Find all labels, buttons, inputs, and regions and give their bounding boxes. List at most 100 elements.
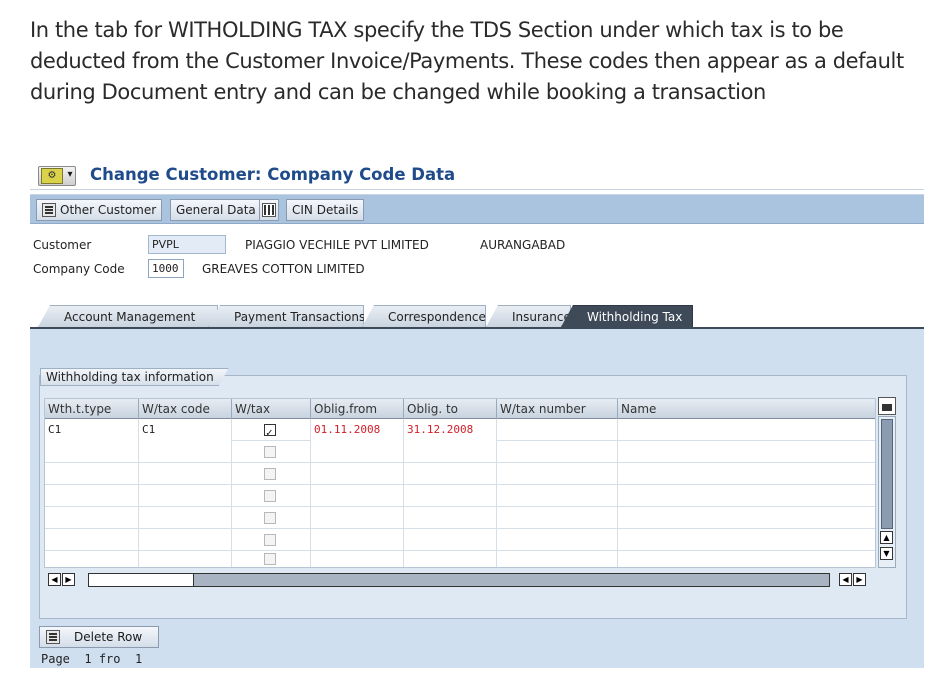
cell-wtax-number[interactable] <box>497 463 618 485</box>
wtax-checkbox[interactable] <box>264 446 276 458</box>
cell-oblig-from[interactable]: 01.11.2008 <box>311 419 404 441</box>
cell-wtax-code[interactable] <box>139 551 232 567</box>
scroll-left-end-icon[interactable]: ◀ <box>839 573 852 586</box>
cell-oblig-to[interactable] <box>404 441 497 463</box>
table-row <box>45 463 875 485</box>
company-name: GREAVES COTTON LIMITED <box>202 262 365 276</box>
cell-name[interactable] <box>618 529 875 551</box>
cell-wtax <box>232 485 311 507</box>
cell-wth-type[interactable] <box>45 551 139 567</box>
cell-wtax-number[interactable] <box>497 507 618 529</box>
cell-wth-type[interactable] <box>45 463 139 485</box>
cell-wtax <box>232 419 311 444</box>
wtax-checkbox[interactable] <box>264 553 276 565</box>
horizontal-scroll-thumb[interactable] <box>88 573 194 587</box>
tab-insurance[interactable]: Insurance <box>486 305 571 327</box>
cell-wtax-number[interactable] <box>497 419 618 441</box>
horizontal-scrollbar[interactable]: ◀ ▶ ◀ ▶ <box>44 572 876 588</box>
cell-wtax-code[interactable] <box>139 441 232 463</box>
page-indicator: Page 1 fro 1 <box>41 652 142 666</box>
company-code-field[interactable]: 1000 <box>148 259 184 278</box>
cell-wtax-number[interactable] <box>497 485 618 507</box>
cell-oblig-to[interactable] <box>404 507 497 529</box>
tab-payment-transactions[interactable]: Payment Transactions <box>208 305 364 327</box>
vertical-scrollbar[interactable]: ▲ ▼ <box>878 416 896 568</box>
group-title: Withholding tax information <box>40 368 229 386</box>
cell-name[interactable] <box>618 485 875 507</box>
cell-oblig-to[interactable] <box>404 463 497 485</box>
cell-wtax-code[interactable] <box>139 463 232 485</box>
cell-name[interactable] <box>618 507 875 529</box>
grid-icon-button[interactable] <box>259 199 279 221</box>
cell-name[interactable] <box>618 419 875 441</box>
cell-oblig-from[interactable] <box>311 551 404 567</box>
horizontal-scroll-track[interactable] <box>88 573 830 587</box>
cell-wtax-number[interactable] <box>497 551 618 567</box>
vertical-scroll-thumb[interactable] <box>881 419 893 529</box>
cell-oblig-to[interactable]: 31.12.2008 <box>404 419 497 441</box>
delete-row-button[interactable]: Delete Row <box>39 626 159 648</box>
col-wth-type[interactable]: Wth.t.type <box>45 399 139 419</box>
tab-withholding-tax[interactable]: Withholding Tax <box>561 305 693 327</box>
scroll-right-icon[interactable]: ▶ <box>62 573 75 586</box>
scroll-right-end-icon[interactable]: ▶ <box>853 573 866 586</box>
page-current: 1 <box>84 652 92 666</box>
other-customer-button[interactable]: Other Customer <box>36 199 163 221</box>
customer-label: Customer <box>33 238 92 252</box>
col-oblig-to[interactable]: Oblig. to <box>404 399 497 419</box>
cell-wtax-code[interactable] <box>139 507 232 529</box>
tab-strip: Account Management Payment Transactions … <box>38 303 924 327</box>
cell-wtax-code[interactable] <box>139 485 232 507</box>
cell-name[interactable] <box>618 551 875 567</box>
cell-name[interactable] <box>618 463 875 485</box>
tab-account-management[interactable]: Account Management <box>38 305 218 327</box>
cell-wth-type[interactable] <box>45 485 139 507</box>
cell-oblig-to[interactable] <box>404 485 497 507</box>
wtax-checkbox[interactable] <box>264 490 276 502</box>
wtax-checkbox[interactable] <box>264 534 276 546</box>
cin-details-button[interactable]: CIN Details <box>286 199 365 221</box>
tab-body: Withholding tax information Wth.t.type W… <box>30 327 924 668</box>
cell-wth-type[interactable] <box>45 529 139 551</box>
wtax-checkbox[interactable] <box>264 468 276 480</box>
cell-oblig-from[interactable] <box>311 441 404 463</box>
customer-field[interactable]: PVPL <box>148 235 226 254</box>
tab-correspondence[interactable]: Correspondence <box>362 305 486 327</box>
sap-window: ⚙ ▾ Change Customer: Company Code Data Ot… <box>30 158 924 668</box>
col-wtax-number[interactable]: W/tax number <box>497 399 618 419</box>
scroll-up-icon[interactable]: ▲ <box>880 531 893 544</box>
cell-wtax-number[interactable] <box>497 529 618 551</box>
table-row: C1 C1 01.11.2008 31.12.2008 <box>45 419 875 444</box>
cell-wth-type[interactable]: C1 <box>45 419 139 441</box>
grid-icon <box>262 203 276 217</box>
col-wtax-code[interactable]: W/tax code <box>139 399 232 419</box>
cell-wtax-code[interactable] <box>139 529 232 551</box>
general-data-button[interactable]: General Data <box>170 199 262 221</box>
cell-wth-type[interactable] <box>45 507 139 529</box>
page-total: 1 <box>134 652 143 666</box>
intro-text: In the tab for WITHOLDING TAX specify th… <box>30 18 904 104</box>
cell-oblig-from[interactable] <box>311 463 404 485</box>
table-row <box>45 485 875 507</box>
customer-city: AURANGABAD <box>480 238 566 252</box>
scroll-down-icon[interactable]: ▼ <box>880 547 893 560</box>
col-wtax[interactable]: W/tax <box>232 399 311 419</box>
col-oblig-from[interactable]: Oblig.from <box>311 399 404 419</box>
cell-wth-type[interactable] <box>45 441 139 463</box>
cell-wtax <box>232 441 311 463</box>
wtax-checkbox[interactable] <box>264 512 276 524</box>
cell-oblig-to[interactable] <box>404 529 497 551</box>
cell-name[interactable] <box>618 441 875 463</box>
cell-wtax-number[interactable] <box>497 441 618 463</box>
scroll-left-icon[interactable]: ◀ <box>48 573 61 586</box>
table-row <box>45 507 875 529</box>
cell-oblig-from[interactable] <box>311 529 404 551</box>
cell-oblig-to[interactable] <box>404 551 497 567</box>
cell-wtax-code[interactable]: C1 <box>139 419 232 441</box>
cell-oblig-from[interactable] <box>311 507 404 529</box>
col-name[interactable]: Name <box>618 399 875 419</box>
system-menu-icon[interactable]: ⚙ ▾ <box>38 166 76 186</box>
table-settings-icon[interactable] <box>878 397 896 415</box>
wtax-checkbox[interactable] <box>264 422 276 444</box>
cell-oblig-from[interactable] <box>311 485 404 507</box>
